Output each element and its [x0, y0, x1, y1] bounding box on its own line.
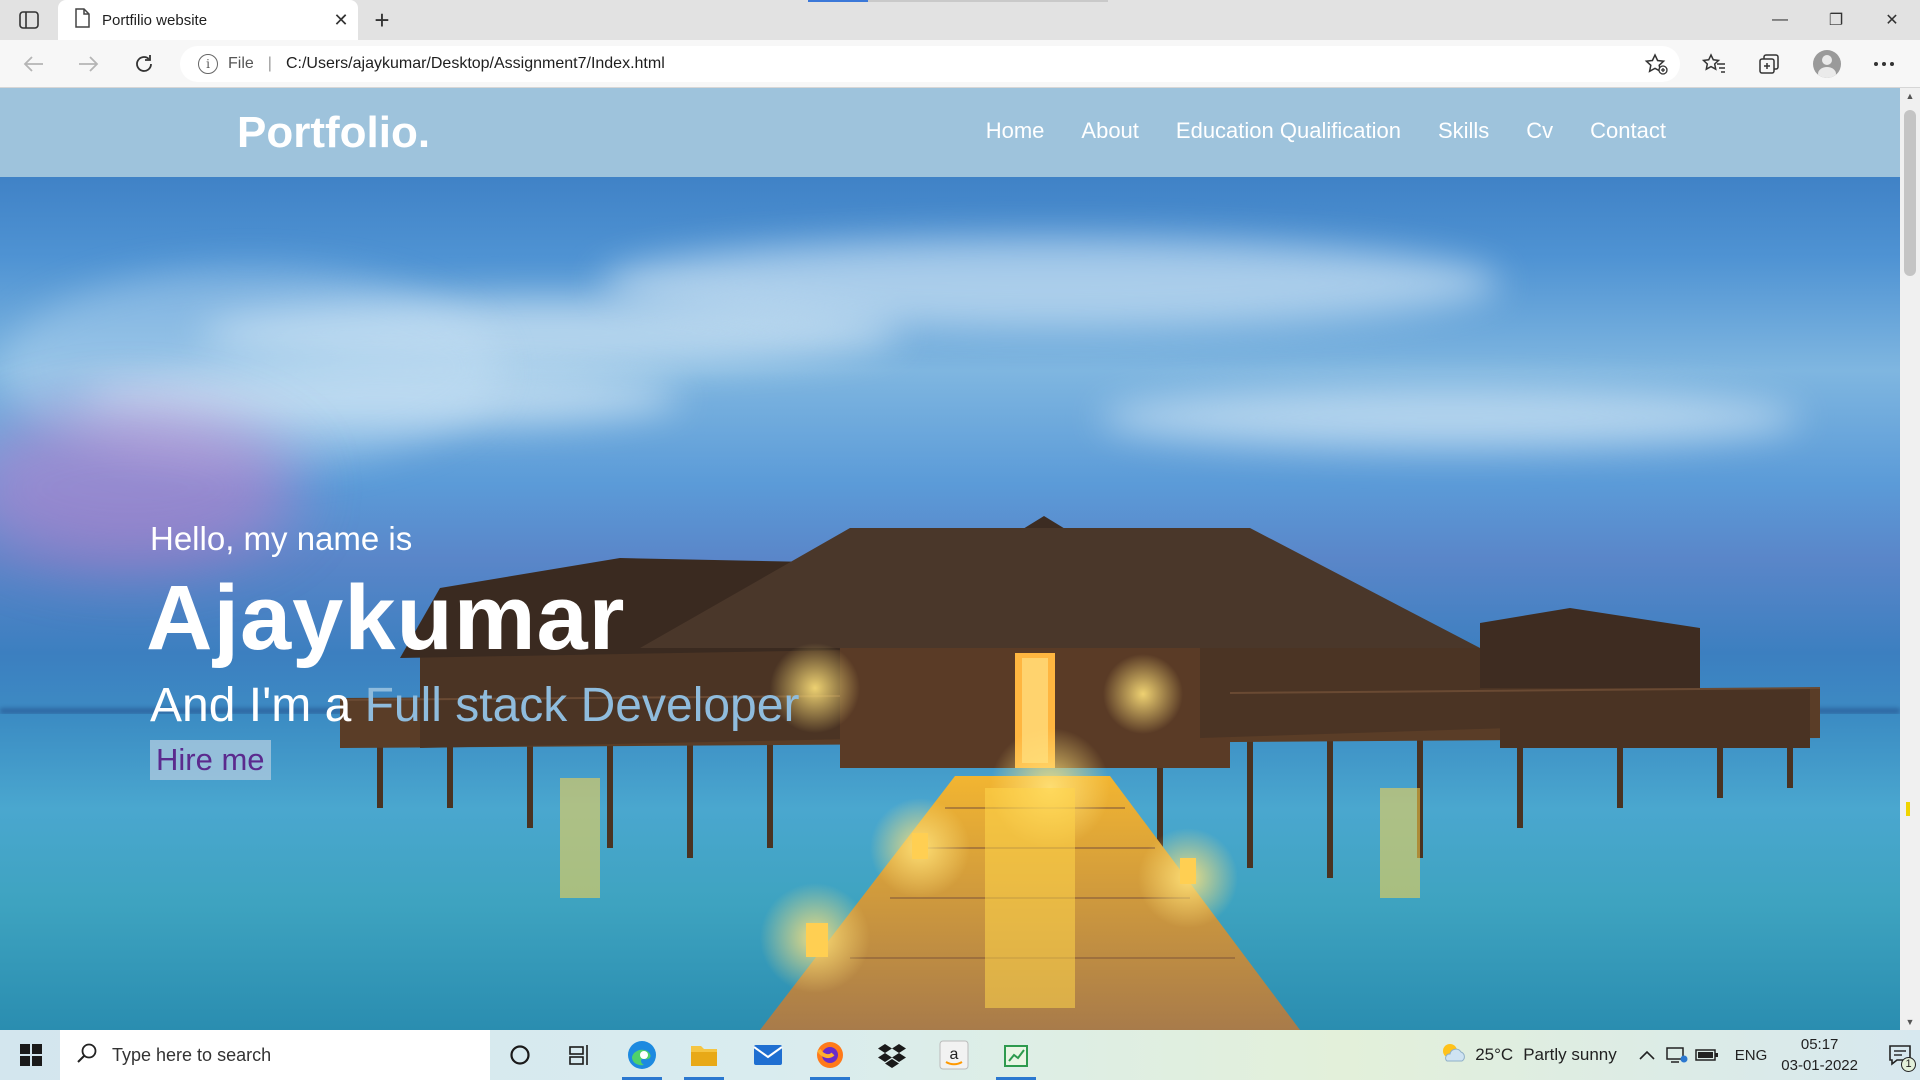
site-nav-menu: Home About Education Qualification Skill… — [949, 118, 1666, 144]
loading-indicator — [808, 0, 868, 2]
task-view-icon[interactable] — [556, 1036, 604, 1074]
add-favorite-icon[interactable] — [1644, 53, 1668, 75]
scroll-up-icon[interactable]: ▲ — [1900, 88, 1920, 104]
windows-taskbar: Type here to search a 25°C Partly sunny — [0, 1030, 1920, 1080]
chevron-up-icon[interactable] — [1633, 1050, 1661, 1060]
browser-tab-active[interactable]: Portfilio website ✕ — [58, 0, 358, 40]
cortana-icon[interactable] — [496, 1036, 544, 1074]
scroll-find-marker — [1906, 802, 1910, 816]
url-bar[interactable]: i File | C:/Users/ajaykumar/Desktop/Assi… — [180, 46, 1680, 82]
amazon-icon[interactable]: a — [930, 1036, 978, 1074]
profile-avatar[interactable] — [1810, 48, 1844, 80]
hero-role-typed: Full stack Developer — [364, 679, 800, 732]
clock-time: 05:17 — [1800, 1036, 1839, 1053]
windows-start-icon[interactable] — [10, 1039, 52, 1071]
url-scheme: File — [228, 55, 254, 72]
minimize-button[interactable]: — — [1752, 0, 1808, 40]
edge-icon[interactable] — [618, 1036, 666, 1080]
hire-me-button[interactable]: Hire me — [150, 740, 271, 780]
battery-icon[interactable] — [1693, 1048, 1721, 1062]
browser-tab-bar: Portfilio website ✕ + — ❐ ✕ — [0, 0, 1920, 40]
language-indicator[interactable]: ENG — [1735, 1047, 1768, 1064]
page-scrollbar[interactable]: ▲ ▼ — [1900, 88, 1920, 1030]
partly-sunny-icon — [1439, 1041, 1467, 1070]
hero-greeting: Hello, my name is — [150, 520, 413, 557]
sheets-icon[interactable] — [992, 1036, 1040, 1080]
dropbox-icon[interactable] — [868, 1036, 916, 1074]
nav-link-cv[interactable]: Cv — [1526, 118, 1553, 144]
notification-center-icon[interactable]: 1 — [1880, 1030, 1920, 1080]
weather-temperature: 25°C — [1475, 1045, 1514, 1064]
weather-widget[interactable]: 25°C Partly sunny — [1439, 1041, 1617, 1070]
search-placeholder: Type here to search — [112, 1044, 272, 1065]
nav-link-skills[interactable]: Skills — [1438, 118, 1489, 144]
page-viewport: Portfolio. Home About Education Qualific… — [0, 88, 1900, 1030]
hero-role-prefix: And I'm a — [150, 679, 365, 732]
url-text[interactable]: C:/Users/ajaykumar/Desktop/Assignment7/I… — [286, 55, 665, 73]
taskbar-search[interactable]: Type here to search — [60, 1030, 490, 1080]
network-icon[interactable] — [1663, 1046, 1691, 1064]
svg-text:a: a — [950, 1046, 959, 1063]
forward-icon[interactable] — [72, 48, 104, 80]
site-navbar: Portfolio. Home About Education Qualific… — [0, 88, 1900, 177]
address-toolbar: i File | C:/Users/ajaykumar/Desktop/Assi… — [0, 40, 1920, 88]
water-villa-illustration — [339, 516, 1821, 1030]
close-window-button[interactable]: ✕ — [1864, 0, 1920, 40]
loading-indicator-track — [868, 0, 1108, 2]
nav-link-contact[interactable]: Contact — [1590, 118, 1666, 144]
hero-role: And I'm a Full stack Developer — [150, 678, 799, 733]
page-document-icon — [74, 7, 90, 33]
more-options-icon[interactable] — [1867, 48, 1901, 80]
site-logo[interactable]: Portfolio. — [237, 108, 430, 158]
firefox-icon[interactable] — [806, 1036, 854, 1080]
new-tab-button[interactable]: + — [366, 4, 398, 36]
info-icon[interactable]: i — [198, 54, 218, 74]
system-tray: 25°C Partly sunny ENG 05:17 03-01-2022 1 — [1439, 1030, 1920, 1080]
search-icon — [76, 1042, 98, 1069]
scroll-thumb[interactable] — [1904, 110, 1916, 276]
weather-condition: Partly sunny — [1523, 1045, 1617, 1064]
window-controls: — ❐ ✕ — [1752, 0, 1920, 40]
collections-icon[interactable] — [1753, 48, 1787, 80]
clock-date: 03-01-2022 — [1781, 1057, 1858, 1074]
system-clock[interactable]: 05:17 03-01-2022 — [1781, 1034, 1858, 1076]
scroll-down-icon[interactable]: ▼ — [1900, 1014, 1920, 1030]
favorites-icon[interactable] — [1697, 48, 1731, 80]
url-separator: | — [267, 55, 272, 72]
hero-name: Ajaykumar — [146, 567, 626, 669]
tab-actions-icon[interactable] — [16, 8, 42, 32]
refresh-icon[interactable] — [128, 48, 160, 80]
nav-link-home[interactable]: Home — [986, 118, 1045, 144]
back-icon[interactable] — [18, 48, 50, 80]
mail-icon[interactable] — [744, 1036, 792, 1074]
tab-close-icon[interactable]: ✕ — [324, 3, 358, 37]
notification-count: 1 — [1901, 1057, 1916, 1072]
tab-title: Portfilio website — [102, 11, 208, 29]
nav-link-about[interactable]: About — [1081, 118, 1139, 144]
restore-button[interactable]: ❐ — [1808, 0, 1864, 40]
nav-link-education[interactable]: Education Qualification — [1176, 118, 1401, 144]
file-explorer-icon[interactable] — [680, 1036, 728, 1080]
